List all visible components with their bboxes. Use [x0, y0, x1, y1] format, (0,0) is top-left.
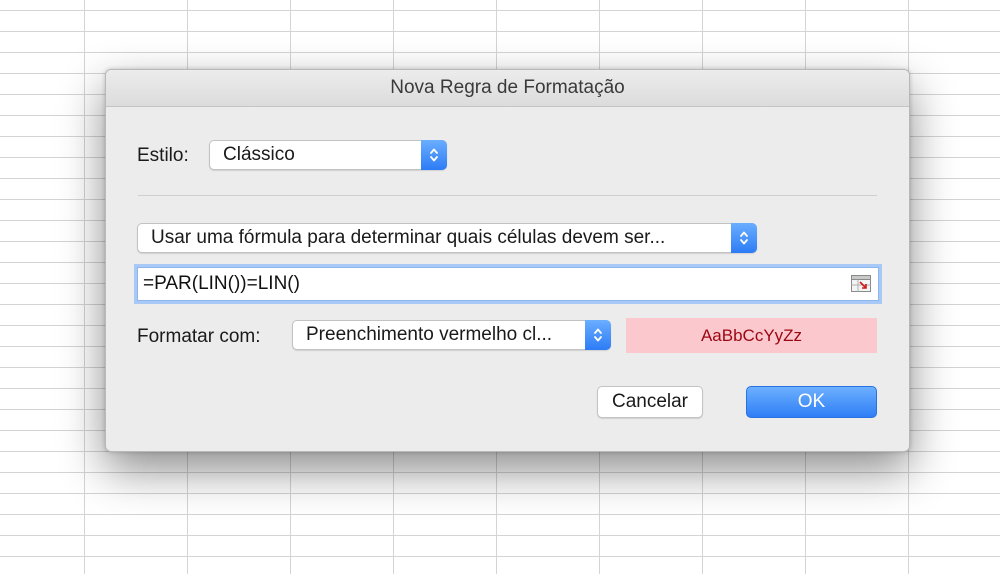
rule-type-chevron-up-down-icon — [731, 223, 757, 253]
style-popup-value: Clássico — [223, 144, 295, 165]
rule-type-popup-value: Usar uma fórmula para determinar quais c… — [151, 227, 666, 248]
cancel-button[interactable]: Cancelar — [597, 386, 703, 418]
style-popup-chevron-up-down-icon — [421, 140, 447, 170]
format-with-label: Formatar com: — [137, 326, 261, 347]
formula-input[interactable]: =PAR(LIN())=LIN() — [137, 267, 879, 301]
dialog-title: Nova Regra de Formatação — [390, 77, 625, 98]
rule-type-popup[interactable]: Usar uma fórmula para determinar quais c… — [137, 223, 757, 253]
format-with-popup[interactable]: Preenchimento vermelho cl... — [292, 320, 611, 350]
format-preview: AaBbCcYyZz — [626, 318, 877, 353]
new-formatting-rule-dialog: Nova Regra de Formatação Estilo: Clássic… — [105, 69, 910, 452]
dialog-title-bar[interactable]: Nova Regra de Formatação — [106, 70, 909, 107]
formula-input-value: =PAR(LIN())=LIN() — [143, 273, 300, 294]
section-divider — [138, 195, 877, 196]
format-with-chevron-up-down-icon — [585, 320, 611, 350]
ok-button[interactable]: OK — [746, 386, 877, 418]
format-with-popup-value: Preenchimento vermelho cl... — [306, 324, 553, 345]
range-selector-icon[interactable] — [851, 275, 871, 292]
format-preview-text: AaBbCcYyZz — [700, 325, 803, 345]
style-label: Estilo: — [137, 145, 189, 166]
style-popup[interactable]: Clássico — [209, 140, 447, 170]
